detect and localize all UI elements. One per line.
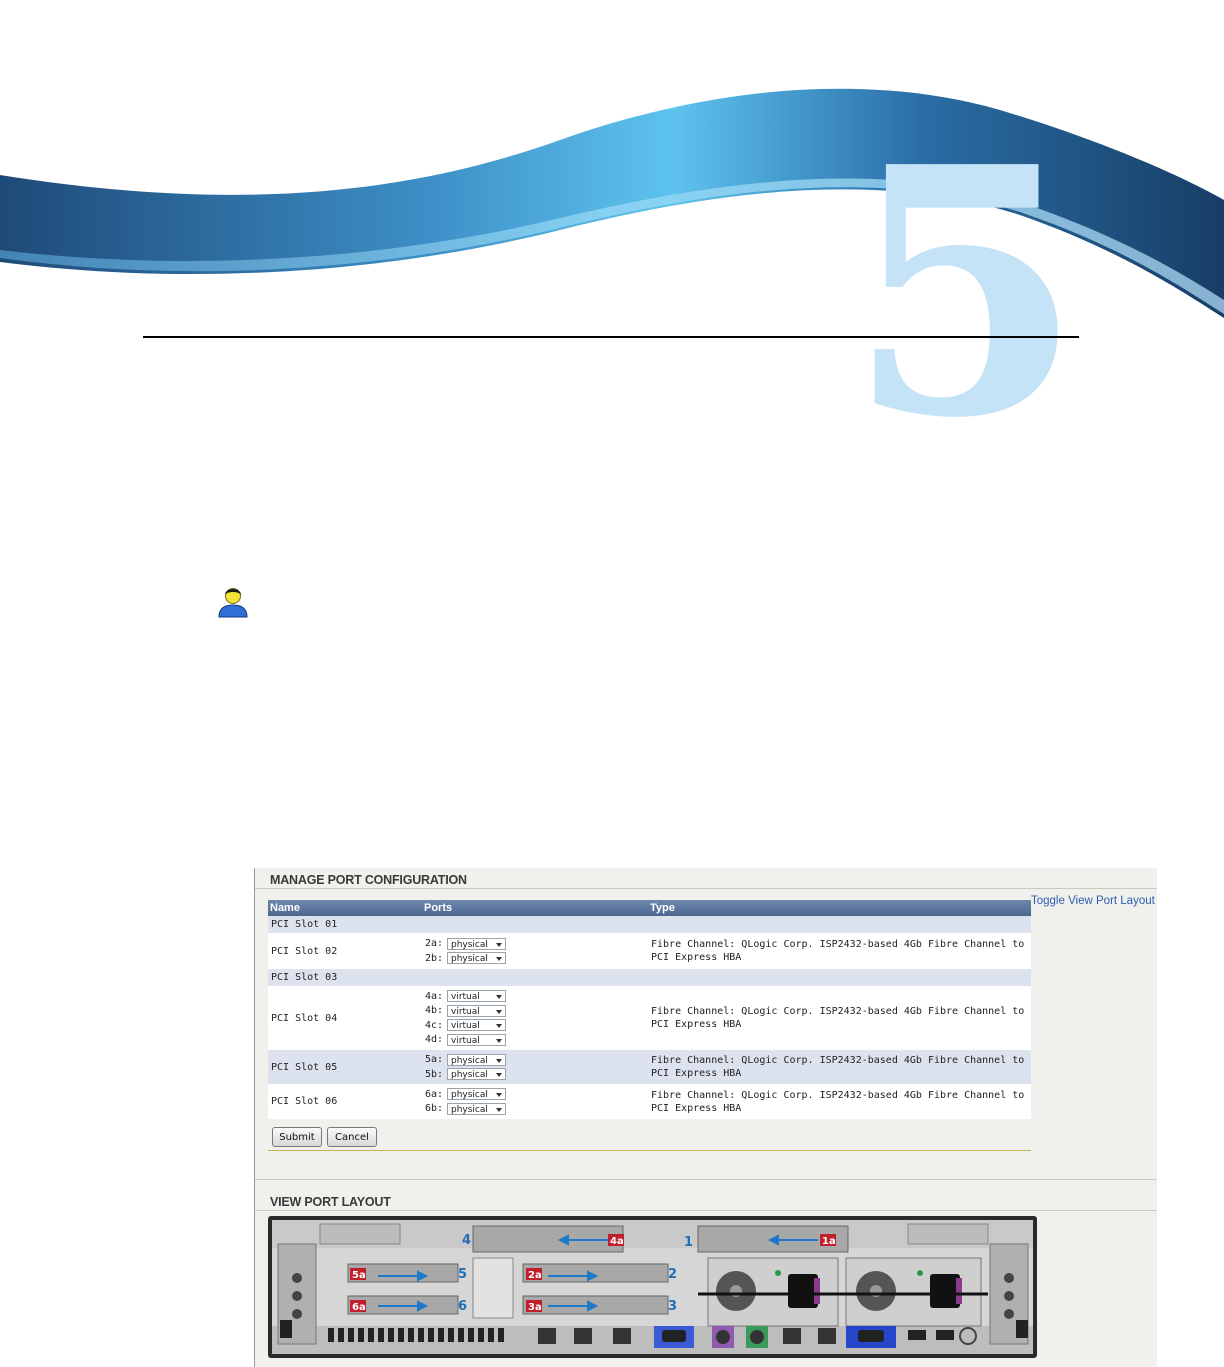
port-label-2a: 2a [528, 1270, 542, 1281]
slot-number-2: 2 [668, 1267, 677, 1282]
port-mode-select[interactable]: physical [447, 1088, 506, 1101]
port-label: 2a: [425, 938, 444, 950]
section-divider [255, 888, 1157, 889]
cancel-button[interactable]: Cancel [327, 1127, 377, 1147]
port-mode-select[interactable]: virtual [447, 1004, 506, 1017]
slot-type: Fibre Channel: QLogic Corp. ISP2432-base… [648, 933, 1031, 969]
column-header-name: Name [268, 900, 422, 916]
form-divider [268, 1150, 1031, 1151]
toggle-view-port-layout-link[interactable]: Toggle View Port Layout [1031, 895, 1155, 907]
slot-number-6: 6 [458, 1299, 467, 1314]
port-mode-select[interactable]: physical [447, 937, 506, 950]
chapter-number: 5 [847, 94, 1084, 430]
port-label: 5b: [425, 1068, 444, 1080]
slot-type: Fibre Channel: QLogic Corp. ISP2432-base… [648, 1050, 1031, 1084]
dropdown-arrow-icon [496, 1024, 502, 1029]
slot-name: PCI Slot 03 [268, 969, 422, 986]
chapter-banner: 5 [0, 88, 1224, 430]
port-label: 6a: [425, 1088, 444, 1100]
slot-name: PCI Slot 01 [268, 916, 422, 933]
dropdown-arrow-icon [496, 1073, 502, 1078]
port-mode-select[interactable]: physical [447, 1053, 506, 1066]
port-table: Name Ports Type PCI Slot 01 PCI Slot 02 … [268, 900, 1031, 1119]
port-label: 4b: [425, 1005, 444, 1017]
port-label-4a: 4a [610, 1236, 624, 1247]
port-label: 6b: [425, 1103, 444, 1115]
slot-name: PCI Slot 06 [268, 1084, 422, 1119]
table-row: PCI Slot 06 6a: physical 6b: physical Fibr… [268, 1084, 1031, 1119]
port-label-5a: 5a [352, 1270, 366, 1281]
port-label: 4c: [425, 1019, 444, 1031]
port-label-1a: 1a [822, 1236, 836, 1247]
dropdown-arrow-icon [496, 1058, 502, 1063]
dropdown-arrow-icon [496, 942, 502, 947]
slot-number-3: 3 [668, 1299, 677, 1314]
table-row: PCI Slot 04 4a: virtual 4b: virtual 4c: vir… [268, 986, 1031, 1050]
section-divider [255, 1210, 1157, 1211]
port-mode-select[interactable]: virtual [447, 990, 506, 1003]
port-label: 5a: [425, 1054, 444, 1066]
dropdown-arrow-icon [496, 1107, 502, 1112]
dropdown-arrow-icon [496, 1093, 502, 1098]
port-label-6a: 6a [352, 1302, 366, 1313]
port-label-3a: 3a [528, 1302, 542, 1313]
dropdown-arrow-icon [496, 957, 502, 962]
port-label: 2b: [425, 952, 444, 964]
port-mode-select[interactable]: virtual [447, 1019, 506, 1032]
port-mode-select[interactable]: physical [447, 1068, 506, 1081]
dropdown-arrow-icon [496, 1009, 502, 1014]
slot-name: PCI Slot 02 [268, 933, 422, 969]
port-label: 4d: [425, 1034, 444, 1046]
slot-number-4: 4 [462, 1233, 471, 1248]
server-rear-panel-diagram: 1a 2a 3a 4a 5a 6a 1 2 3 4 5 6 [268, 1216, 1037, 1358]
manage-port-title: MANAGE PORT CONFIGURATION [270, 873, 467, 887]
view-port-layout-title: VIEW PORT LAYOUT [270, 1195, 391, 1209]
table-row: PCI Slot 05 5a: physical 5b: physical Fibr… [268, 1050, 1031, 1084]
table-row: PCI Slot 01 [268, 916, 1031, 933]
slot-name: PCI Slot 04 [268, 986, 422, 1050]
table-row: PCI Slot 03 [268, 969, 1031, 986]
submit-button[interactable]: Submit [272, 1127, 322, 1147]
dropdown-arrow-icon [496, 1038, 502, 1043]
slot-number-1: 1 [684, 1235, 693, 1250]
slot-type: Fibre Channel: QLogic Corp. ISP2432-base… [648, 1084, 1031, 1119]
port-label: 4a: [425, 990, 444, 1002]
column-header-type: Type [648, 900, 1031, 916]
chapter-divider [143, 336, 1079, 338]
slot-name: PCI Slot 05 [268, 1050, 422, 1084]
slot-type: Fibre Channel: QLogic Corp. ISP2432-base… [648, 986, 1031, 1050]
port-mode-select[interactable]: physical [447, 952, 506, 965]
column-header-ports: Ports [422, 900, 648, 916]
dropdown-arrow-icon [496, 995, 502, 1000]
port-mode-select[interactable]: virtual [447, 1033, 506, 1046]
user-icon [218, 588, 248, 618]
slot-number-5: 5 [458, 1267, 467, 1282]
table-row: PCI Slot 02 2a: physical 2b: physical Fibr… [268, 933, 1031, 969]
section-divider [255, 1179, 1157, 1180]
port-mode-select[interactable]: physical [447, 1102, 506, 1115]
port-configuration-panel: MANAGE PORT CONFIGURATION Toggle View Po… [254, 868, 1157, 1367]
